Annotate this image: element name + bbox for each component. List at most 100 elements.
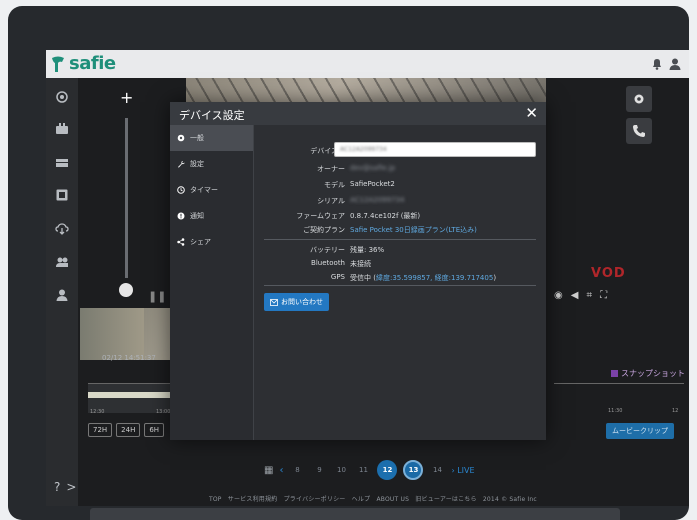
thumbnail-time: 02/12 14:51:37 <box>102 354 156 362</box>
pause-icon[interactable]: ❚❚ <box>148 290 166 303</box>
video-side-tools <box>626 86 652 150</box>
inquiry-button[interactable]: お問い合わせ <box>264 293 329 311</box>
timeline-tick: 12:30 <box>90 409 105 415</box>
model-label: モデル <box>324 181 345 189</box>
gps-suffix: ) <box>493 274 497 282</box>
general-settings-panel: デバイス名 AC12A2099734 オーナー dev@safie.jp モデル… <box>254 125 546 440</box>
page-12[interactable]: 12 <box>377 460 398 480</box>
gear-icon <box>177 134 185 142</box>
date-pager: ▦ ‹ 8 9 10 11 12 13 14 › LIVE <box>264 460 475 480</box>
movie-clip-button[interactable]: ムービークリップ <box>606 423 674 439</box>
range-buttons: 72H 24H 6H <box>88 423 165 437</box>
tab-timer[interactable]: タイマー <box>170 177 253 203</box>
plan-row: ご契約プラン Safie Pocket 30日録画プラン(LTE込み) <box>254 225 546 238</box>
prev-chevron-icon[interactable]: ‹ <box>279 465 283 476</box>
serial-row: シリアル AC12A2099734 <box>254 196 546 209</box>
page-9[interactable]: 9 <box>311 466 327 474</box>
close-icon[interactable]: ✕ <box>525 104 538 122</box>
fullscreen-icon[interactable]: ⛶ <box>600 290 607 301</box>
tab-notification[interactable]: 通知 <box>170 203 253 229</box>
group-icon[interactable] <box>55 255 69 269</box>
dialog-header: デバイス設定 ✕ <box>170 102 546 125</box>
firmware-label: ファームウェア <box>296 212 345 220</box>
vod-label: VOD <box>591 266 626 281</box>
live-label: LIVE <box>457 465 475 475</box>
tab-settings[interactable]: 設定 <box>170 151 253 177</box>
player-controls: ◉ ◀ ⌗ ⛶ <box>554 290 607 301</box>
timeline-tick: 11:30 <box>608 408 623 414</box>
devices-icon[interactable] <box>55 122 69 136</box>
calendar-icon[interactable]: ▦ <box>264 465 273 476</box>
inquiry-label: お問い合わせ <box>281 298 323 306</box>
account-icon[interactable] <box>55 288 69 302</box>
divider <box>264 285 536 286</box>
range-24h-button[interactable]: 24H <box>116 423 141 437</box>
tab-label: 通知 <box>190 212 204 220</box>
camera-icon[interactable] <box>55 90 69 104</box>
timeline-tick: 13:00 <box>156 409 171 415</box>
firmware-row: ファームウェア 0.8.7.4ce102f (最新) <box>254 211 546 224</box>
timeline-right[interactable]: 11:30 12 <box>554 383 684 414</box>
list-icon[interactable] <box>55 156 69 170</box>
plan-link[interactable]: Safie Pocket 30日録画プラン(LTE込み) <box>350 225 477 235</box>
cloud-download-icon[interactable] <box>55 222 69 236</box>
crop-icon[interactable]: ⌗ <box>586 290 592 301</box>
gps-status: 受信中 ( <box>350 274 376 282</box>
model-value: SafiePocket2 <box>350 180 395 188</box>
owner-label: オーナー <box>317 165 345 173</box>
left-nav: ? > <box>46 78 78 506</box>
gps-label: GPS <box>330 273 345 281</box>
user-icon[interactable] <box>668 57 682 71</box>
movie-clip-label: ムービークリップ <box>612 427 668 435</box>
gps-value: 受信中 (緯度:35.599857, 経度:139.717405) <box>350 273 496 283</box>
serial-value: AC12A2099734 <box>350 196 405 204</box>
tab-general[interactable]: 一般 <box>170 125 253 151</box>
battery-row: バッテリー 残量: 36% <box>254 245 546 258</box>
help-icon: ? <box>54 480 61 494</box>
page-10[interactable]: 10 <box>333 466 349 474</box>
range-6h-button[interactable]: 6H <box>144 423 165 437</box>
mail-icon <box>270 298 278 306</box>
tab-label: 設定 <box>190 160 204 168</box>
range-72h-button[interactable]: 72H <box>88 423 113 437</box>
snapshot-icon[interactable]: ◉ <box>554 290 563 301</box>
model-row: モデル SafiePocket2 <box>254 180 546 193</box>
zoom-knob[interactable] <box>119 283 133 297</box>
page-14[interactable]: 14 <box>429 466 445 474</box>
owner-value: dev@safie.jp <box>350 164 396 172</box>
page-11[interactable]: 11 <box>355 466 371 474</box>
logo-mark-icon <box>52 56 64 72</box>
tab-label: 一般 <box>190 134 204 142</box>
page-13[interactable]: 13 <box>403 460 424 480</box>
help-toggle[interactable]: ? > <box>54 480 76 494</box>
plan-label: ご契約プラン <box>303 226 345 234</box>
laptop-frame: safie ? > + − <box>8 6 689 520</box>
zoom-track[interactable] <box>125 118 128 278</box>
divider <box>264 239 536 240</box>
live-link[interactable]: › LIVE <box>451 466 474 475</box>
page-8[interactable]: 8 <box>289 466 305 474</box>
phone-icon <box>633 125 645 137</box>
battery-value: 残量: 36% <box>350 246 385 254</box>
device-name-value: AC12A2099734 <box>340 146 387 153</box>
logo[interactable]: safie <box>50 53 116 74</box>
share-icon <box>177 238 185 246</box>
volume-icon[interactable]: ◀ <box>571 290 579 301</box>
footer-links[interactable]: TOP サービス利用規約 プライバシーポリシー ヘルプ ABOUT US 旧ビュ… <box>209 494 537 503</box>
logo-text: safie <box>69 53 116 74</box>
snapshot-legend: スナップショット <box>611 368 685 379</box>
device-name-input[interactable]: AC12A2099734 <box>334 142 536 157</box>
gps-coords-link[interactable]: 緯度:35.599857, 経度:139.717405 <box>376 274 493 282</box>
dialog-title: デバイス設定 <box>179 109 245 122</box>
tab-share[interactable]: シェア <box>170 229 253 255</box>
alert-icon <box>177 212 185 220</box>
call-button[interactable] <box>626 118 652 144</box>
video-settings-button[interactable] <box>626 86 652 112</box>
zoom-in-icon[interactable]: + <box>120 88 133 107</box>
album-icon[interactable] <box>55 188 69 202</box>
owner-row: オーナー dev@safie.jp <box>254 164 546 177</box>
notification-bell-icon[interactable] <box>650 57 664 71</box>
zoom-slider[interactable]: + − <box>106 88 146 321</box>
clock-icon <box>177 186 185 194</box>
battery-label: バッテリー <box>310 246 345 254</box>
